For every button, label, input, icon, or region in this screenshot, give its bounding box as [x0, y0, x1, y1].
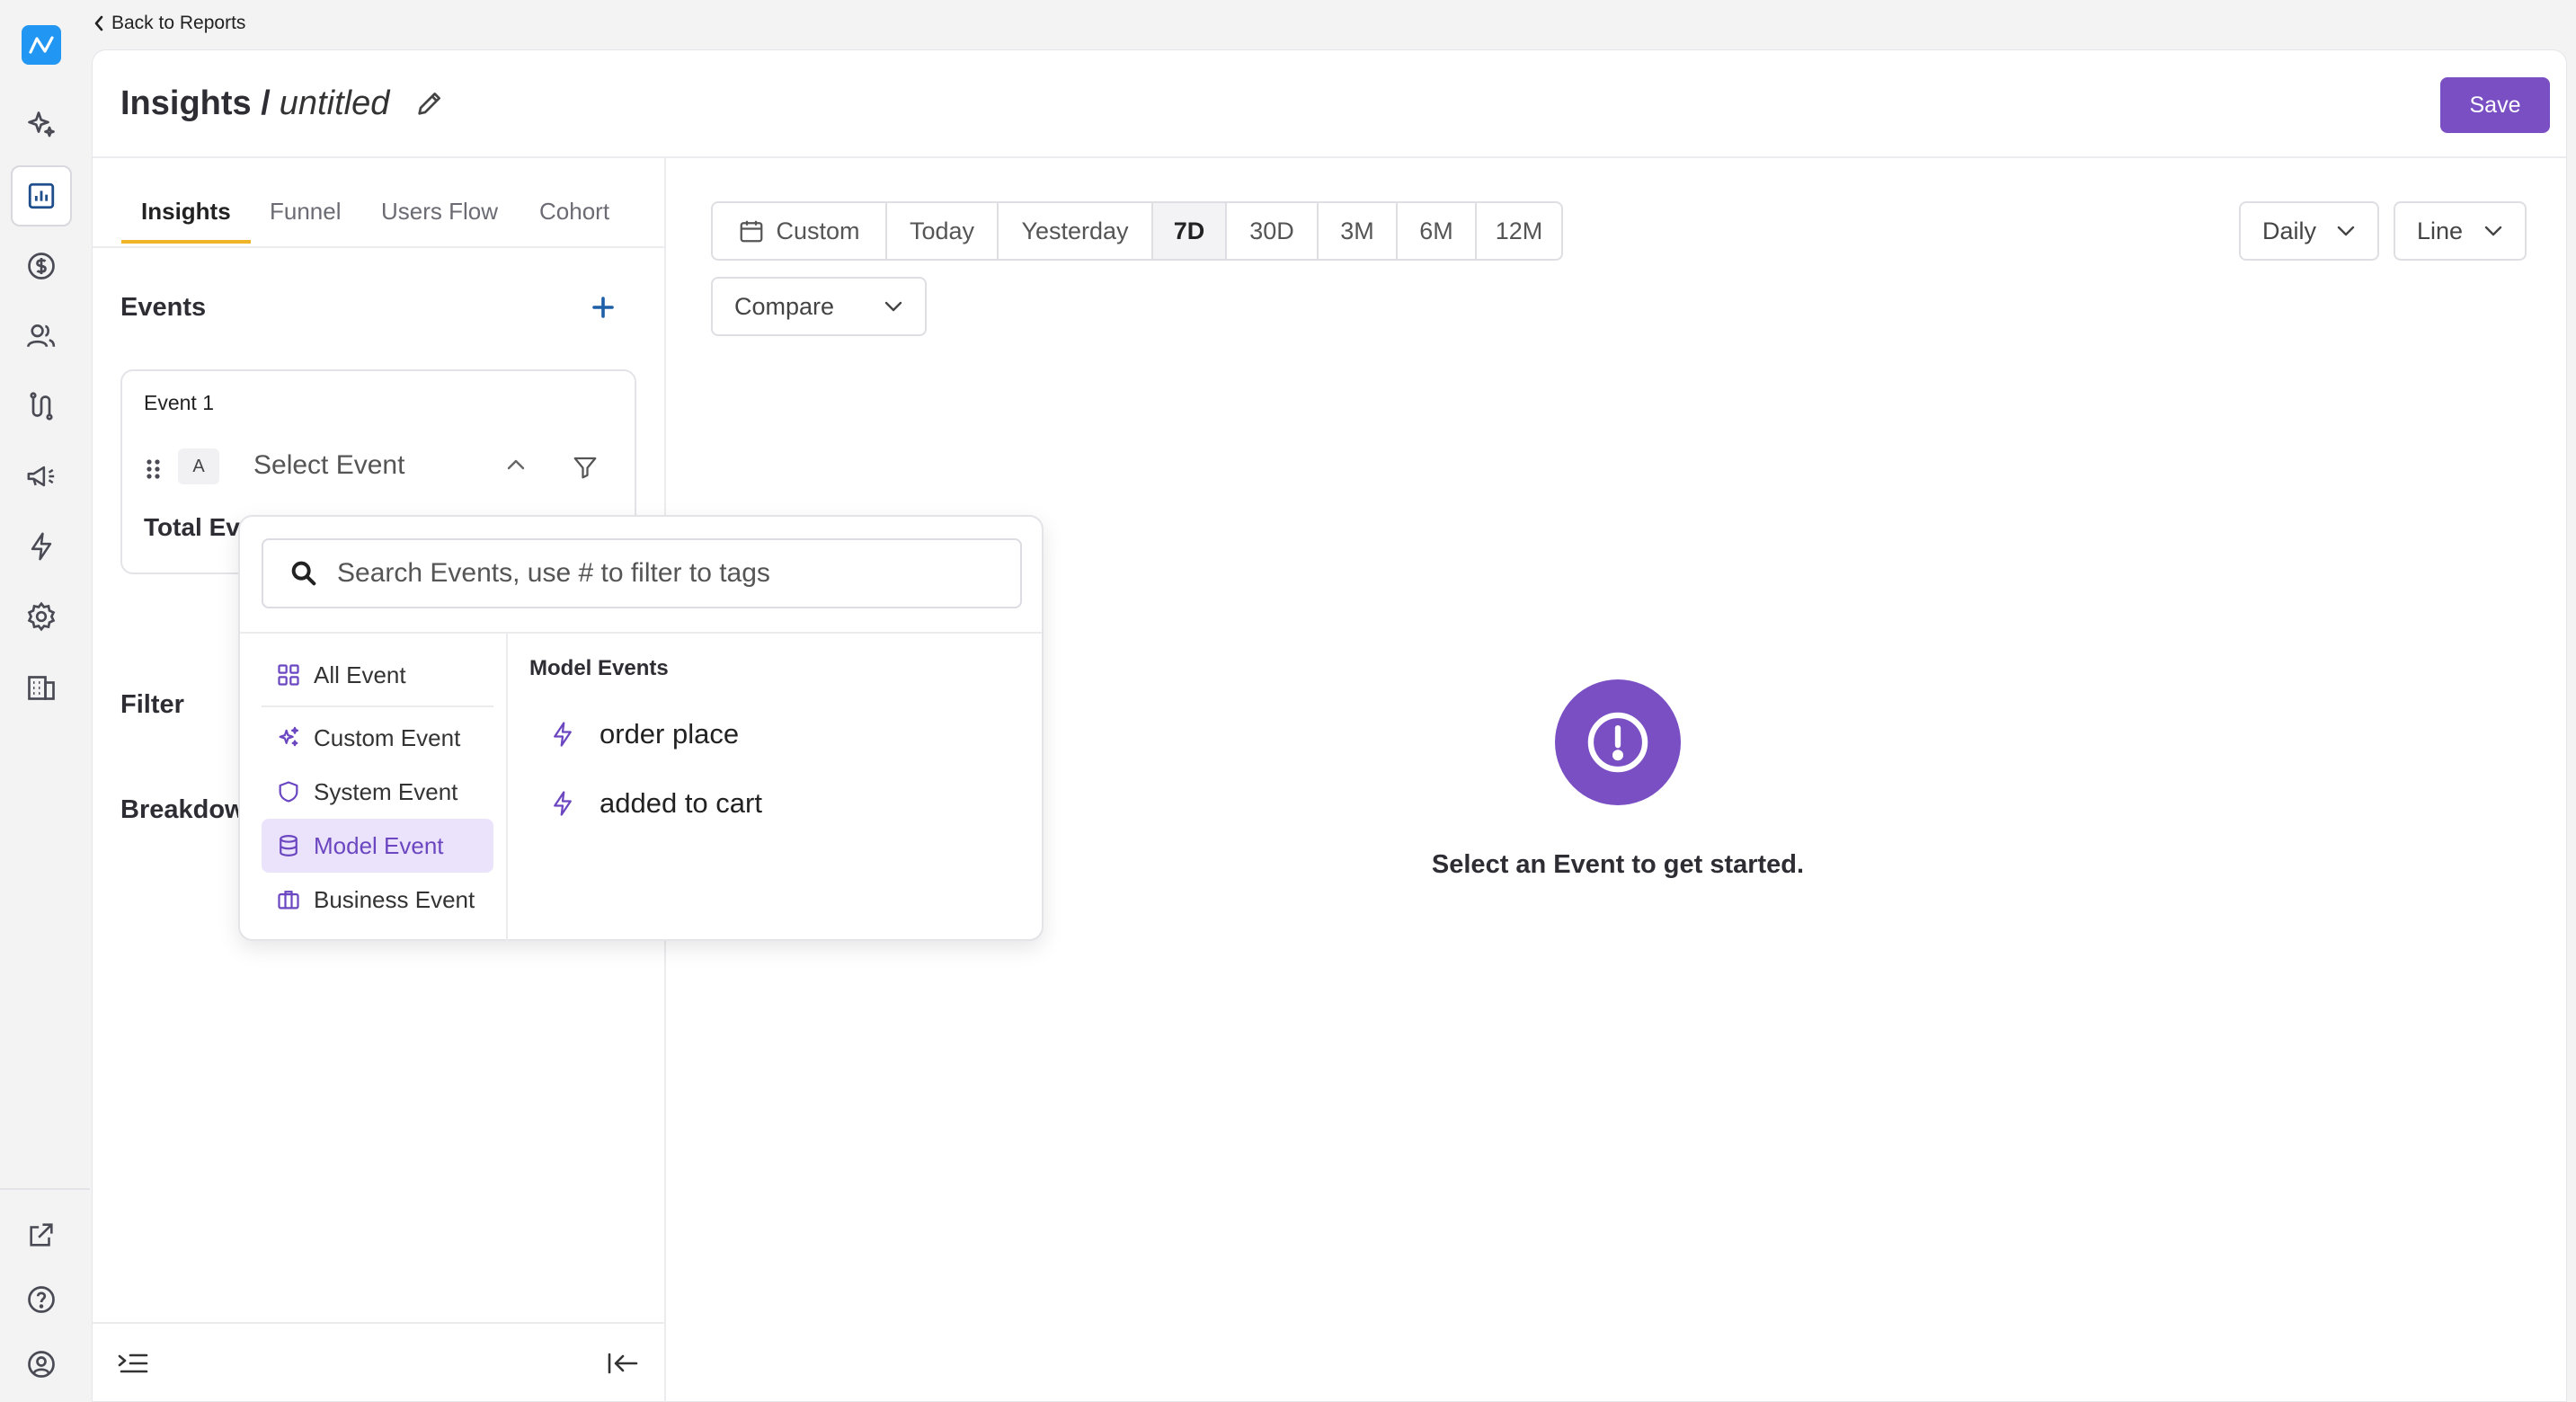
page-title-report-name: untitled: [279, 84, 390, 122]
event-metric-label[interactable]: Total Ev: [144, 513, 240, 542]
plus-icon: [591, 296, 615, 319]
category-label: All Event: [314, 661, 406, 688]
users-icon[interactable]: [11, 306, 72, 367]
settings-icon[interactable]: [11, 586, 72, 647]
journey-icon[interactable]: [11, 376, 72, 437]
interval-label: Daily: [2262, 217, 2317, 244]
tab-funnel[interactable]: Funnel: [270, 198, 342, 240]
bolt-icon: [549, 720, 576, 749]
event-search-input[interactable]: [337, 558, 1002, 589]
range-3m-button[interactable]: 3M: [1319, 203, 1398, 259]
category-label: System Event: [314, 777, 458, 805]
tab-cohort[interactable]: Cohort: [539, 198, 609, 240]
event-option[interactable]: added to cart: [549, 778, 762, 829]
database-icon: [276, 833, 301, 858]
bolt-icon[interactable]: [11, 516, 72, 577]
chart-type-label: Line: [2417, 217, 2464, 244]
chevron-down-icon: [2483, 225, 2503, 237]
category-divider: [262, 705, 493, 707]
category-system-event[interactable]: System Event: [262, 765, 493, 819]
range-6m-button[interactable]: 6M: [1398, 203, 1477, 259]
chevron-down-icon: [2336, 225, 2356, 237]
app-logo-icon[interactable]: [22, 25, 61, 65]
filter-funnel-icon[interactable]: [572, 454, 599, 481]
edit-pencil-icon[interactable]: [414, 88, 445, 119]
popover-divider: [240, 632, 1042, 634]
bolt-icon: [549, 789, 576, 818]
range-today-button[interactable]: Today: [887, 203, 999, 259]
help-icon[interactable]: [11, 1269, 72, 1330]
grid-icon: [276, 662, 301, 688]
filter-section-title: Filter: [120, 690, 184, 719]
calendar-icon: [738, 217, 765, 244]
user-account-icon[interactable]: [11, 1334, 72, 1395]
range-custom-button[interactable]: Custom: [713, 203, 887, 259]
tab-users-flow[interactable]: Users Flow: [381, 198, 498, 240]
range-30d-button[interactable]: 30D: [1227, 203, 1319, 259]
search-icon: [289, 558, 319, 589]
menu-indent-icon[interactable]: [118, 1351, 148, 1376]
page-header: Insights / untitled Save: [93, 50, 2566, 158]
sparkles-icon: [276, 725, 301, 750]
compare-label: Compare: [734, 292, 835, 320]
event-picker-popover: All Event Custom Event System Event Mode…: [238, 515, 1044, 941]
event-search-box: [262, 538, 1022, 608]
compare-dropdown[interactable]: Compare: [711, 277, 927, 336]
interval-dropdown[interactable]: Daily: [2239, 201, 2379, 261]
range-12m-button[interactable]: 12M: [1477, 203, 1561, 259]
select-event-trigger[interactable]: Select Event: [253, 450, 404, 481]
external-link-icon[interactable]: [11, 1204, 72, 1265]
event-option-label: order place: [600, 718, 740, 750]
tab-insights[interactable]: Insights: [121, 198, 251, 244]
empty-state-message: Select an Event to get started.: [1431, 850, 1805, 879]
reports-icon[interactable]: [11, 165, 72, 226]
popover-vertical-divider: [506, 634, 508, 941]
chevron-down-icon: [884, 300, 903, 313]
sparkles-icon[interactable]: [11, 94, 72, 155]
back-link-label: Back to Reports: [111, 13, 246, 33]
range-7d-button[interactable]: 7D: [1153, 203, 1227, 259]
drag-handle-icon[interactable]: [146, 457, 162, 481]
event-group-title: Model Events: [529, 656, 669, 680]
rail-divider: [0, 1188, 90, 1190]
category-label: Model Event: [314, 831, 444, 859]
date-range-selector: Custom Today Yesterday 7D 30D 3M 6M 12M: [711, 201, 1563, 261]
event-card-name: Event 1: [144, 391, 214, 414]
left-rail: [0, 0, 90, 1402]
alert-circle-icon: [1555, 679, 1681, 805]
chart-type-dropdown[interactable]: Line: [2394, 201, 2527, 261]
category-all-event[interactable]: All Event: [262, 648, 493, 702]
range-yesterday-button[interactable]: Yesterday: [999, 203, 1153, 259]
category-model-event[interactable]: Model Event: [262, 819, 493, 873]
page-title: Insights / untitled: [120, 83, 445, 124]
category-custom-event[interactable]: Custom Event: [262, 711, 493, 765]
range-custom-label: Custom: [776, 217, 860, 244]
chevron-left-icon: [93, 15, 104, 31]
category-label: Business Event: [314, 885, 475, 913]
dollar-icon[interactable]: [11, 235, 72, 297]
back-to-reports-link[interactable]: Back to Reports: [93, 9, 245, 38]
breakdown-section-title: Breakdow: [120, 795, 245, 824]
category-business-event[interactable]: Business Event: [262, 873, 493, 927]
event-option-label: added to cart: [600, 787, 762, 819]
event-option[interactable]: order place: [549, 709, 739, 759]
collapse-panel-icon[interactable]: [607, 1351, 639, 1376]
save-button[interactable]: Save: [2440, 77, 2550, 133]
shield-icon: [276, 779, 301, 804]
page-title-main: Insights /: [120, 84, 271, 122]
add-event-button[interactable]: [587, 291, 619, 324]
left-panel-footer: [93, 1322, 664, 1402]
events-section-title: Events: [120, 293, 207, 322]
category-label: Custom Event: [314, 723, 461, 751]
chevron-up-icon[interactable]: [505, 457, 527, 472]
megaphone-icon[interactable]: [11, 446, 72, 507]
building-icon[interactable]: [11, 656, 72, 717]
report-type-tabs: Insights Funnel Users Flow Cohort: [93, 158, 664, 248]
event-letter-badge: A: [178, 448, 219, 484]
briefcase-icon: [276, 887, 301, 912]
